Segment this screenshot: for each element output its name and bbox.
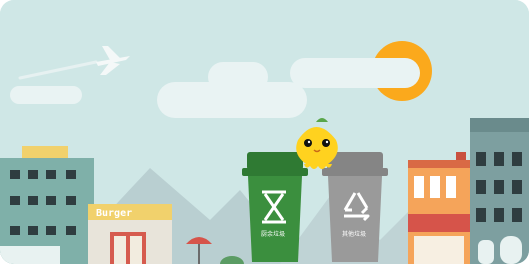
burger-shop: Burger	[88, 204, 172, 264]
left-building	[0, 146, 94, 264]
food-waste-bin[interactable]: 厨余垃圾	[242, 152, 308, 262]
burger-shop-sign: Burger	[96, 208, 132, 219]
city-scene: Burger 厨余垃圾 其他垃圾	[0, 0, 529, 264]
food-waste-label: 厨余垃圾	[261, 230, 285, 238]
orange-house	[408, 152, 470, 264]
other-waste-bin[interactable]: 其他垃圾	[322, 152, 388, 262]
other-waste-label: 其他垃圾	[342, 230, 366, 238]
game-stage: Burger 厨余垃圾 其他垃圾	[0, 0, 529, 264]
cloud-left	[10, 86, 82, 104]
right-building	[470, 118, 529, 264]
